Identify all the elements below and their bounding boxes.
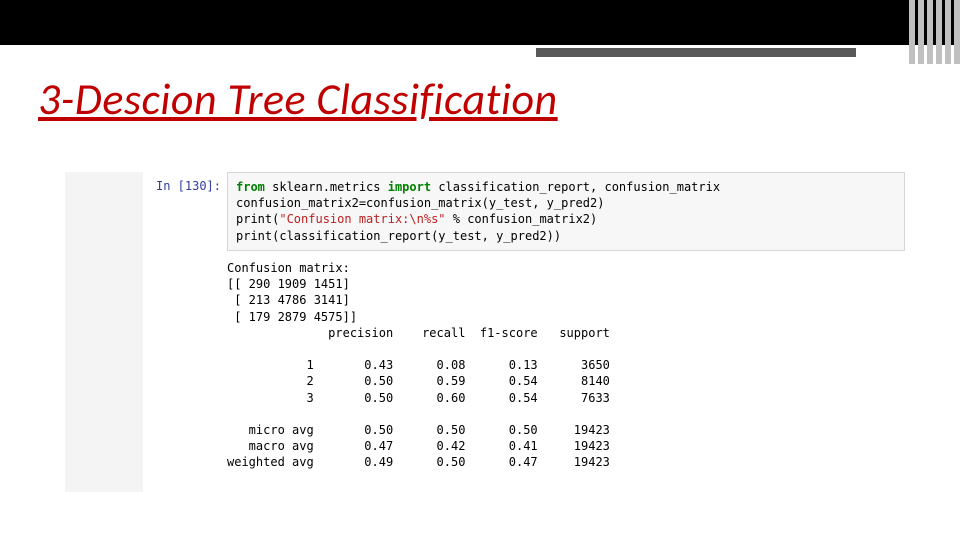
kw-from: from — [236, 180, 265, 194]
code-text: % confusion_matrix2) — [446, 212, 598, 226]
code-text: sklearn.metrics — [265, 180, 388, 194]
slide: 3-Descion Tree Classification In [130]: … — [0, 0, 960, 540]
cell-output: Confusion matrix: [[ 290 1909 1451] [ 21… — [227, 260, 610, 470]
code-string: "Confusion matrix:\n%s" — [279, 212, 445, 226]
code-line-4: print(classification_report(y_test, y_pr… — [236, 228, 896, 244]
header-accent-stripe — [536, 48, 856, 57]
slide-title: 3-Descion Tree Classification — [38, 72, 558, 126]
header-black-bar — [0, 0, 960, 45]
code-text: print( — [236, 212, 279, 226]
header-vertical-lines — [906, 0, 960, 64]
code-cell: from sklearn.metrics import classificati… — [227, 172, 905, 251]
cell-prompt: In [130]: — [143, 178, 227, 194]
code-line-1: from sklearn.metrics import classificati… — [236, 179, 896, 195]
code-line-3: print("Confusion matrix:\n%s" % confusio… — [236, 211, 896, 227]
kw-import: import — [388, 180, 431, 194]
code-line-2: confusion_matrix2=confusion_matrix(y_tes… — [236, 195, 896, 211]
jupyter-margin — [65, 172, 143, 492]
code-text: classification_report, confusion_matrix — [431, 180, 720, 194]
